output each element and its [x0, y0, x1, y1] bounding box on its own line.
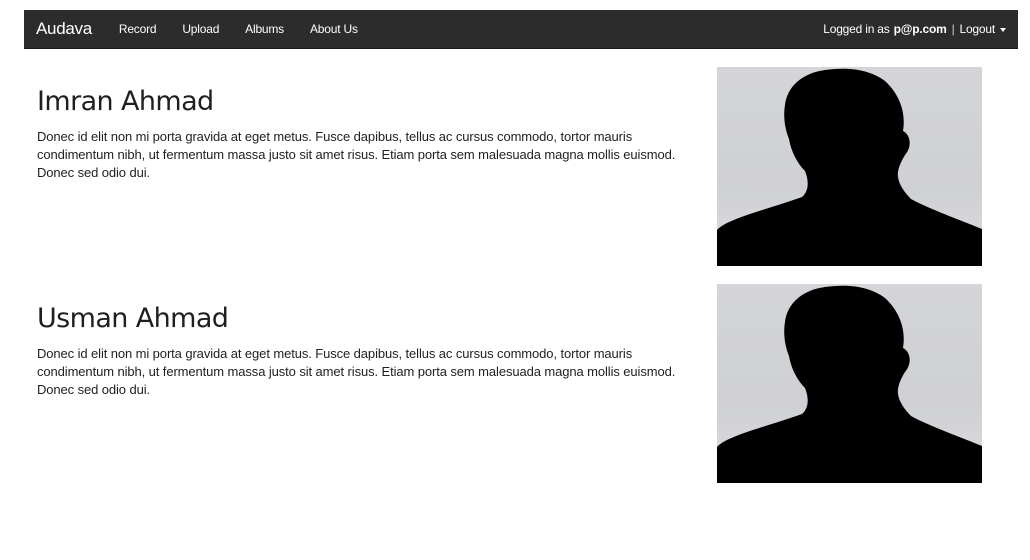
profile-photo [717, 67, 982, 266]
person-silhouette-icon [717, 285, 982, 483]
brand-logo[interactable]: Audava [24, 19, 92, 39]
logout-label[interactable]: Logout [959, 22, 995, 36]
user-email: p@p.com [893, 22, 947, 36]
nav-links: Record Upload Albums About Us [106, 22, 371, 36]
profile-name: Imran Ahmad [37, 86, 214, 117]
logged-in-label: Logged in as [823, 22, 890, 36]
profile-name: Usman Ahmad [37, 303, 229, 334]
nav-link-upload[interactable]: Upload [182, 22, 219, 36]
profile-card: Imran Ahmad Donec id elit non mi porta g… [0, 67, 1030, 267]
profile-text: Imran Ahmad Donec id elit non mi porta g… [37, 85, 687, 182]
top-navbar: Audava Record Upload Albums About Us Log… [24, 10, 1018, 49]
caret-down-icon[interactable] [1000, 28, 1006, 32]
profile-card: Usman Ahmad Donec id elit non mi porta g… [0, 284, 1030, 484]
profile-bio: Donec id elit non mi porta gravida at eg… [37, 129, 676, 180]
profile-bio: Donec id elit non mi porta gravida at eg… [37, 346, 676, 397]
nav-link-record[interactable]: Record [119, 22, 157, 36]
nav-separator: | [951, 22, 955, 36]
profile-text: Usman Ahmad Donec id elit non mi porta g… [37, 302, 687, 399]
profile-photo [717, 284, 982, 483]
nav-link-about-us[interactable]: About Us [310, 22, 358, 36]
person-silhouette-icon [717, 68, 982, 266]
nav-link-albums[interactable]: Albums [245, 22, 284, 36]
user-menu: Logged in as p@p.com | Logout [823, 22, 1018, 36]
logout-dropdown[interactable]: Logout [959, 22, 1006, 36]
